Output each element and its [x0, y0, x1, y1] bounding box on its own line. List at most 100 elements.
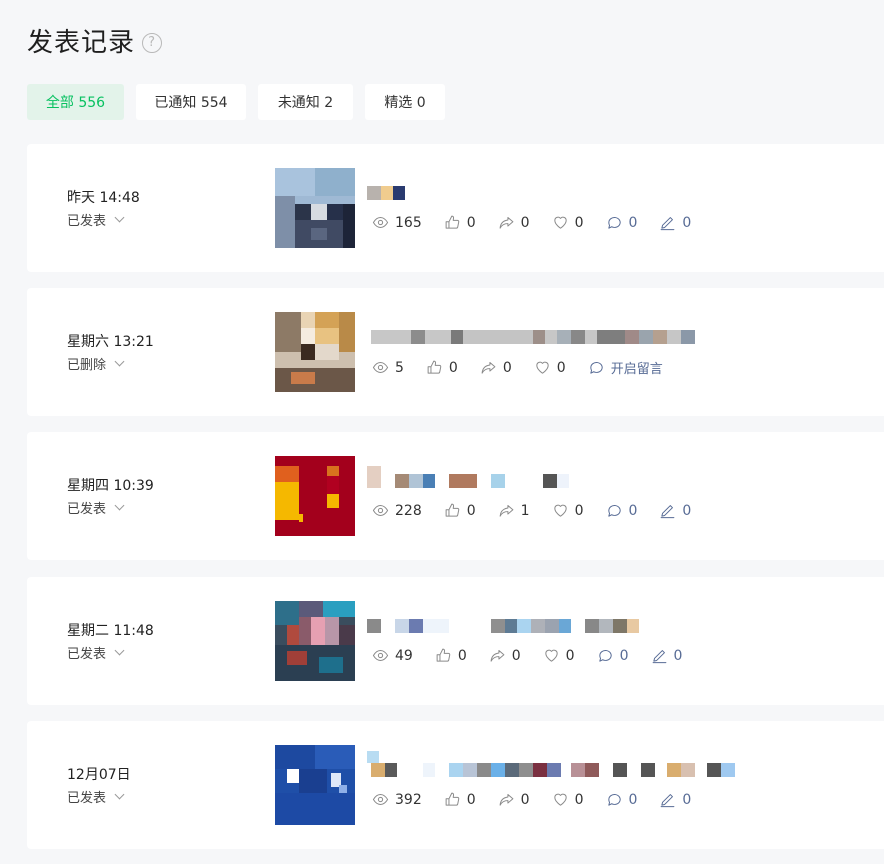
post-card: 星期四 10:39 已发表 228 0 1 0 0 0: [27, 432, 884, 560]
edit-button[interactable]: 0: [651, 647, 682, 664]
share-icon: [499, 794, 514, 806]
heart-icon: [553, 504, 567, 517]
views-stat: 49: [372, 647, 413, 664]
eye-icon: [372, 362, 389, 373]
post-stats: 165 0 0 0 0 0: [372, 214, 713, 231]
post-status-dropdown[interactable]: 已发表: [67, 210, 125, 229]
shares-stat: 0: [498, 791, 530, 808]
post-thumbnail[interactable]: [275, 168, 355, 248]
thumbs-up-icon: [436, 648, 451, 662]
share-icon: [499, 217, 514, 229]
thumbs-up-icon: [445, 792, 459, 806]
comment-icon: [607, 217, 621, 229]
share-icon: [481, 362, 496, 374]
post-status-label: 已发表: [67, 647, 107, 662]
comments-button[interactable]: 0: [606, 214, 637, 231]
post-status-label: 已删除: [67, 358, 107, 373]
post-title[interactable]: [367, 466, 747, 488]
chevron-down-icon: [114, 645, 125, 656]
comments-button[interactable]: 0: [606, 791, 637, 808]
heart-icon: [536, 361, 549, 374]
views-stat: 392: [372, 791, 422, 808]
heart-icon: [553, 216, 567, 229]
filter-tabs: 全部 556 已通知 554 未通知 2 精选 0: [27, 84, 457, 120]
pen-icon: [652, 650, 666, 664]
post-title[interactable]: [367, 330, 747, 344]
heart-icon: [553, 793, 567, 806]
comment-icon: [607, 505, 621, 517]
heart-icon: [545, 649, 558, 662]
eye-icon: [372, 505, 389, 516]
eye-icon: [372, 650, 389, 661]
chevron-down-icon: [114, 212, 125, 223]
likes-stat: 0: [435, 647, 467, 664]
chevron-down-icon: [114, 789, 125, 800]
post-stats: 49 0 0 0 0 0: [372, 647, 704, 664]
edit-button[interactable]: 0: [659, 791, 691, 808]
comments-button[interactable]: 0: [606, 502, 637, 519]
thumbs-up-icon: [427, 360, 442, 374]
post-stats: 228 0 1 0 0 0: [372, 502, 713, 519]
post-status-dropdown[interactable]: 已发表: [67, 787, 125, 806]
post-status-dropdown[interactable]: 已发表: [67, 643, 125, 662]
shares-stat: 0: [489, 647, 521, 664]
pen-icon: [661, 794, 675, 808]
favorites-stat: 0: [552, 791, 584, 808]
post-thumbnail[interactable]: [275, 312, 355, 392]
post-card: 12月07日 已发表 392 0 0 0 0 0: [27, 721, 884, 849]
post-status-label: 已发表: [67, 791, 107, 806]
tab-notified[interactable]: 已通知 554: [136, 84, 246, 120]
favorites-stat: 0: [534, 359, 566, 376]
tab-featured[interactable]: 精选 0: [365, 84, 445, 120]
tab-all[interactable]: 全部 556: [27, 84, 124, 120]
post-thumbnail[interactable]: [275, 745, 355, 825]
share-icon: [499, 505, 514, 517]
pen-icon: [661, 505, 675, 519]
post-stats: 392 0 0 0 0 0: [372, 791, 713, 808]
post-date: 星期四 10:39: [67, 478, 154, 494]
post-date: 昨天 14:48: [67, 190, 140, 206]
edit-button[interactable]: 0: [659, 502, 691, 519]
likes-stat: 0: [444, 791, 476, 808]
post-thumbnail[interactable]: [275, 456, 355, 536]
chevron-down-icon: [114, 500, 125, 511]
comment-icon: [598, 650, 612, 662]
thumbs-up-icon: [445, 215, 459, 229]
views-stat: 165: [372, 214, 422, 231]
favorites-stat: 0: [552, 502, 584, 519]
post-status-label: 已发表: [67, 214, 107, 229]
post-date: 星期六 13:21: [67, 334, 154, 350]
post-stats: 5 0 0 0 开启留言: [372, 358, 685, 377]
comments-button[interactable]: 0: [597, 647, 629, 664]
shares-stat: 0: [498, 214, 530, 231]
post-card: 星期二 11:48 已发表 49 0 0 0 0 0: [27, 577, 884, 705]
post-thumbnail[interactable]: [275, 601, 355, 681]
post-title[interactable]: [367, 186, 747, 200]
favorites-stat: 0: [543, 647, 575, 664]
edit-button[interactable]: 0: [659, 214, 691, 231]
pen-icon: [661, 217, 675, 231]
post-title[interactable]: [367, 751, 747, 777]
shares-stat: 0: [480, 359, 512, 376]
post-card: 星期六 13:21 已删除 5 0 0 0 开启留言: [27, 288, 884, 416]
likes-stat: 0: [426, 359, 458, 376]
comment-icon: [590, 362, 603, 374]
views-stat: 228: [372, 502, 422, 519]
comment-icon: [607, 794, 621, 806]
page-title: 发表记录 ?: [27, 22, 163, 59]
eye-icon: [372, 217, 389, 228]
help-icon[interactable]: ?: [142, 32, 163, 53]
share-icon: [490, 650, 505, 662]
tab-not-notified[interactable]: 未通知 2: [258, 84, 353, 120]
post-status-label: 已发表: [67, 502, 107, 517]
enable-comments-button[interactable]: 开启留言: [588, 358, 663, 377]
post-status-dropdown[interactable]: 已删除: [67, 354, 125, 373]
post-title[interactable]: [367, 619, 747, 633]
shares-stat: 1: [498, 502, 530, 519]
chevron-down-icon: [114, 356, 125, 367]
post-date: 星期二 11:48: [67, 623, 154, 639]
likes-stat: 0: [444, 502, 476, 519]
views-stat: 5: [372, 359, 404, 376]
post-card: 昨天 14:48 已发表 165 0 0 0 0 0: [27, 144, 884, 272]
post-status-dropdown[interactable]: 已发表: [67, 498, 125, 517]
